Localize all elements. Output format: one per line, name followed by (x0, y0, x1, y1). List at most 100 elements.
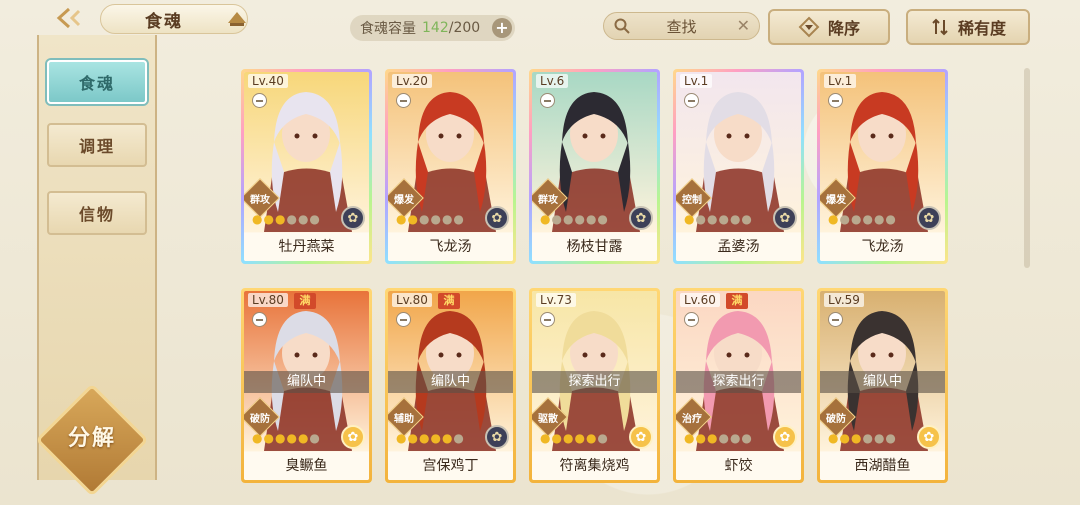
star-rating: ●●●●●● (684, 212, 753, 226)
star-rating: ●●●●●● (828, 431, 897, 445)
lock-icon[interactable] (540, 93, 555, 108)
food-soul-card[interactable]: Lv.20 爆发 ●●●●●● ✿ 飞龙汤 (385, 69, 516, 264)
sidebar-item-label: 调理 (78, 137, 115, 156)
character-name: 飞龙汤 (820, 233, 945, 261)
role-label: 控制 (682, 195, 702, 206)
max-level-badge: 满 (438, 293, 460, 309)
food-soul-card[interactable]: Lv.59 编队中 破防 ●●●●●● ✿ 西湖醋鱼 (817, 288, 948, 483)
star-rating: ●●●●●● (252, 212, 321, 226)
food-soul-card[interactable]: Lv.60 满 探索出行 治疗 ●●●●●● ✿ 虾饺 (673, 288, 804, 483)
card-body: Lv.80 满 编队中 辅助 ●●●●●● ✿ 宫保鸡丁 (388, 291, 513, 480)
character-name: 西湖醋鱼 (820, 452, 945, 480)
status-banner: 编队中 (244, 371, 369, 393)
card-body: Lv.59 编队中 破防 ●●●●●● ✿ 西湖醋鱼 (820, 291, 945, 480)
element-flower-icon: ✿ (485, 425, 509, 449)
back-arrow-icon (56, 7, 81, 29)
food-soul-card[interactable]: Lv.6 群攻 ●●●●●● ✿ 杨枝甘露 (529, 69, 660, 264)
element-flower-icon: ✿ (629, 206, 653, 230)
status-banner: 探索出行 (532, 371, 657, 393)
character-name: 臭鳜鱼 (244, 452, 369, 480)
card-body: Lv.6 群攻 ●●●●●● ✿ 杨枝甘露 (532, 72, 657, 261)
lock-icon[interactable] (828, 93, 843, 108)
level-label: Lv.1 (824, 74, 857, 88)
card-body: Lv.1 爆发 ●●●●●● ✿ 飞龙汤 (820, 72, 945, 261)
sort-down-icon (798, 16, 820, 38)
sort-order-button[interactable]: 降序 (768, 9, 890, 45)
sidebar-item-label: 信物 (78, 205, 115, 224)
food-soul-card[interactable]: Lv.1 爆发 ●●●●●● ✿ 飞龙汤 (817, 69, 948, 264)
card-body: Lv.1 控制 ●●●●●● ✿ 孟婆汤 (676, 72, 801, 261)
capacity-max: /200 (448, 20, 481, 36)
role-label: 驱散 (538, 414, 558, 425)
chef-hat-icon (228, 12, 246, 26)
lock-icon[interactable] (396, 312, 411, 327)
food-soul-card[interactable]: Lv.80 满 编队中 辅助 ●●●●●● ✿ 宫保鸡丁 (385, 288, 516, 483)
clear-search-icon[interactable]: ✕ (737, 16, 750, 35)
card-body: Lv.60 满 探索出行 治疗 ●●●●●● ✿ 虾饺 (676, 291, 801, 480)
character-name: 飞龙汤 (388, 233, 513, 261)
card-body: Lv.80 满 编队中 破防 ●●●●●● ✿ 臭鳜鱼 (244, 291, 369, 480)
status-banner: 探索出行 (676, 371, 801, 393)
sidebar-item-food-souls[interactable]: 食魂 (47, 60, 147, 104)
card-body: Lv.40 群攻 ●●●●●● ✿ 牡丹燕菜 (244, 72, 369, 261)
element-flower-icon: ✿ (773, 206, 797, 230)
scrollbar[interactable] (1024, 68, 1030, 268)
capacity-indicator: 食魂容量 142 /200 + (350, 15, 515, 41)
role-label: 治疗 (682, 414, 702, 425)
page-title: 食魂 (145, 11, 183, 32)
status-banner: 编队中 (820, 371, 945, 393)
star-rating: ●●●●●● (396, 431, 465, 445)
expand-capacity-button[interactable]: + (492, 18, 512, 38)
lock-icon[interactable] (684, 312, 699, 327)
level-label: Lv.1 (680, 74, 713, 88)
level-label: Lv.80 (248, 293, 288, 307)
lock-icon[interactable] (828, 312, 843, 327)
element-flower-icon: ✿ (341, 206, 365, 230)
sort-field-button[interactable]: 稀有度 (906, 9, 1030, 45)
food-soul-card[interactable]: Lv.73 探索出行 驱散 ●●●●●● ✿ 符离集烧鸡 (529, 288, 660, 483)
level-label: Lv.59 (824, 293, 864, 307)
element-flower-icon: ✿ (485, 206, 509, 230)
role-label: 群攻 (250, 195, 270, 206)
level-label: Lv.80 (392, 293, 432, 307)
back-button[interactable] (40, 3, 100, 33)
status-banner: 编队中 (388, 371, 513, 393)
lock-icon[interactable] (396, 93, 411, 108)
element-flower-icon: ✿ (917, 206, 941, 230)
level-label: Lv.73 (536, 293, 576, 307)
lock-icon[interactable] (252, 93, 267, 108)
lock-icon[interactable] (684, 93, 699, 108)
element-flower-icon: ✿ (629, 425, 653, 449)
max-level-badge: 满 (294, 293, 316, 309)
food-soul-card[interactable]: Lv.1 控制 ●●●●●● ✿ 孟婆汤 (673, 69, 804, 264)
star-rating: ●●●●●● (684, 431, 753, 445)
search-label: 查找 (666, 17, 697, 36)
sort-field-label: 稀有度 (957, 19, 1006, 38)
character-name: 杨枝甘露 (532, 233, 657, 261)
star-rating: ●●●●●● (828, 212, 897, 226)
sidebar-item-label: 食魂 (78, 74, 115, 93)
role-label: 破防 (250, 414, 270, 425)
food-soul-card[interactable]: Lv.80 满 编队中 破防 ●●●●●● ✿ 臭鳜鱼 (241, 288, 372, 483)
max-level-badge: 满 (726, 293, 748, 309)
capacity-current: 142 (422, 20, 449, 36)
sidebar-item-tokens[interactable]: 信物 (47, 191, 147, 235)
capacity-label: 食魂容量 (360, 21, 416, 37)
food-soul-card[interactable]: Lv.40 群攻 ●●●●●● ✿ 牡丹燕菜 (241, 69, 372, 264)
decompose-label: 分解 (67, 426, 116, 451)
element-flower-icon: ✿ (341, 425, 365, 449)
level-label: Lv.40 (248, 74, 288, 88)
role-label: 辅助 (394, 414, 414, 425)
character-name: 宫保鸡丁 (388, 452, 513, 480)
lock-icon[interactable] (540, 312, 555, 327)
lock-icon[interactable] (252, 312, 267, 327)
character-name: 孟婆汤 (676, 233, 801, 261)
role-label: 爆发 (826, 195, 846, 206)
card-body: Lv.20 爆发 ●●●●●● ✿ 飞龙汤 (388, 72, 513, 261)
role-label: 爆发 (394, 195, 414, 206)
search-button[interactable]: 查找 ✕ (603, 12, 760, 40)
level-label: Lv.6 (536, 74, 569, 88)
element-flower-icon: ✿ (917, 425, 941, 449)
element-flower-icon: ✿ (773, 425, 797, 449)
sidebar-item-cooking[interactable]: 调理 (47, 123, 147, 167)
